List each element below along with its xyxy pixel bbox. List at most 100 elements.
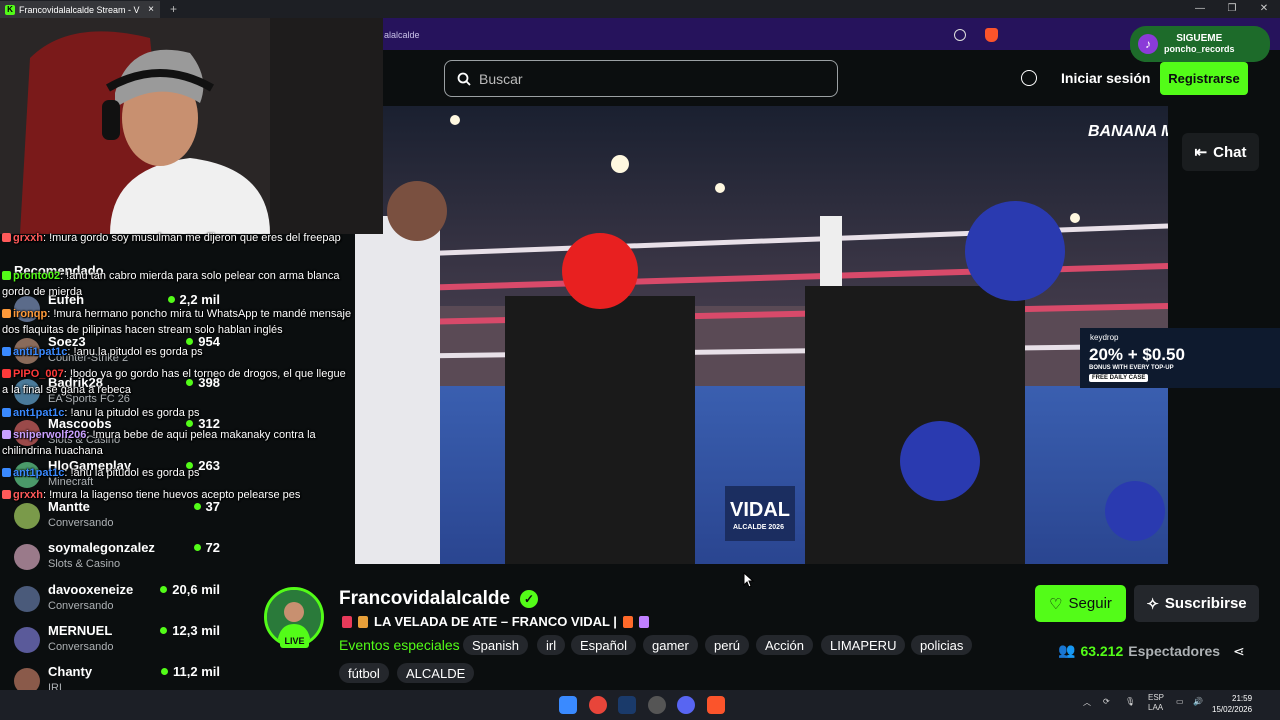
- chat-username[interactable]: pronto02: [13, 270, 60, 282]
- tag-chip[interactable]: Acción: [756, 635, 814, 655]
- tag-chip[interactable]: LIMAPERU: [821, 635, 906, 655]
- volume-icon[interactable]: 🔊: [1193, 697, 1203, 706]
- tray-sync-icon[interactable]: ⟳: [1103, 697, 1110, 706]
- emoji-icon: [342, 615, 352, 628]
- sidebar-channel-item[interactable]: Mantte Conversando 37: [0, 497, 236, 537]
- globe-icon[interactable]: [1021, 70, 1037, 86]
- channel-viewers: 12,3 mil: [160, 623, 220, 638]
- channel-name: Chanty: [48, 664, 93, 679]
- windows-start-icon[interactable]: [559, 696, 577, 714]
- tag-chip[interactable]: policias: [911, 635, 973, 655]
- search-input[interactable]: [479, 70, 819, 87]
- network-icon[interactable]: ▭: [1176, 697, 1184, 706]
- browser-tab[interactable]: K Francovidalalcalde Stream - V ×: [0, 1, 160, 18]
- address-text[interactable]: alalcalde: [384, 30, 420, 40]
- register-button[interactable]: Registrarse: [1160, 62, 1248, 95]
- chat-username[interactable]: ironqp: [13, 308, 47, 320]
- tray-chevron-icon[interactable]: ︿: [1083, 697, 1091, 708]
- steam-icon[interactable]: [618, 696, 636, 714]
- kick-favicon-icon: K: [5, 4, 15, 15]
- viewers-number: 20,6 mil: [172, 582, 220, 597]
- tray-mic-icon[interactable]: 🎙: [1125, 697, 1135, 706]
- category-link[interactable]: Eventos especiales: [339, 637, 460, 653]
- subscribe-button[interactable]: ✧ Suscribirse: [1134, 585, 1259, 622]
- webcam-feed: [0, 18, 383, 234]
- chat-username[interactable]: ant1pat1c: [13, 467, 64, 479]
- close-window-button[interactable]: ✕: [1248, 0, 1280, 18]
- viewers-number: 63.212: [1080, 642, 1124, 659]
- chat-text: : !mura hermano poncho mira tu WhatsApp …: [2, 308, 352, 336]
- channel-name[interactable]: Francovidalalcalde: [339, 588, 510, 610]
- chat-username[interactable]: ant1pat1c: [13, 407, 64, 419]
- new-tab-button[interactable]: +: [170, 2, 177, 16]
- live-badge: LIVE: [280, 633, 309, 648]
- channel-avatar: [14, 503, 40, 529]
- login-link[interactable]: Iniciar sesión: [1061, 70, 1150, 86]
- sidebar-channel-item[interactable]: MERNUEL Conversando 12,3 mil: [0, 621, 236, 661]
- chat-badge-icon: [2, 430, 11, 439]
- viewer-count: 👥 63.212 Espectadores: [1058, 642, 1220, 659]
- discord-icon[interactable]: [677, 696, 695, 714]
- follow-button[interactable]: ♡ Seguir: [1035, 585, 1126, 622]
- chat-username[interactable]: anti1pat1c: [13, 346, 67, 358]
- language-indicator[interactable]: ESP LAA: [1148, 693, 1164, 713]
- chat-username[interactable]: grxxh: [13, 232, 43, 244]
- tag-chip[interactable]: irl: [537, 635, 566, 655]
- lang-top: ESP: [1148, 693, 1165, 702]
- taskbar-clock[interactable]: 21:59 15/02/2026: [1212, 693, 1252, 715]
- chrome-icon[interactable]: [589, 696, 607, 714]
- minimize-button[interactable]: —: [1184, 0, 1216, 18]
- zoom-icon[interactable]: [954, 29, 966, 41]
- chat-username[interactable]: PIPO_007: [13, 368, 64, 380]
- promo-brand: keydrop: [1090, 333, 1119, 342]
- chat-text: : !mura la liagenso tiene huevos acepto …: [42, 489, 301, 501]
- chat-text: : !mura gordo soy musulman me dijeron qu…: [42, 232, 341, 244]
- close-tab-icon[interactable]: ×: [148, 4, 154, 15]
- obs-icon[interactable]: [648, 696, 666, 714]
- search-box[interactable]: [444, 60, 838, 97]
- chat-message: grxxh: !mura gordo soy musulman me dijer…: [2, 230, 354, 246]
- chat-message: grxxh: !mura la liagenso tiene huevos ac…: [2, 487, 354, 503]
- tag-chip[interactable]: ALCALDE: [397, 663, 475, 683]
- tag-chip[interactable]: gamer: [643, 635, 698, 655]
- chat-username[interactable]: grxxh: [13, 489, 43, 501]
- chat-text: : !anu la pitudol es gorda ps: [67, 346, 203, 358]
- live-dot-icon: [193, 503, 201, 510]
- heart-icon: ♡: [1049, 595, 1063, 613]
- chat-text: : !anu la pitudol es gorda ps: [64, 407, 200, 419]
- channel-viewers: 11,2 mil: [161, 664, 220, 679]
- brave-shield-icon[interactable]: [985, 28, 998, 42]
- channel-category: Conversando: [48, 600, 114, 612]
- chat-text: : !anu la pitudol es gorda ps: [64, 467, 200, 479]
- chat-badge-icon: [2, 347, 11, 356]
- chat-badge-icon: [2, 233, 11, 242]
- chat-username[interactable]: sniperwolf206: [13, 429, 86, 441]
- chat-message: anti1pat1c: !anu la pitudol es gorda ps: [2, 344, 354, 360]
- tiktok-handle: poncho_records: [1164, 44, 1235, 54]
- tag-chip[interactable]: Spanish: [463, 635, 528, 655]
- expand-chat-button[interactable]: ⇤ Chat: [1182, 133, 1259, 171]
- tag-chip[interactable]: Español: [571, 635, 636, 655]
- video-player[interactable]: VIDAL ALCALDE 2026 BANANA MEDIA: [355, 106, 1168, 564]
- viewers-number: 72: [205, 540, 220, 555]
- subscribe-label: Suscribirse: [1164, 595, 1247, 612]
- channel-category: Slots & Casino: [48, 558, 121, 570]
- channel-avatar: [14, 586, 40, 612]
- brave-taskbar-icon[interactable]: [707, 696, 725, 714]
- maximize-button[interactable]: ❐: [1216, 0, 1248, 18]
- chat-message: ant1pat1c: !anu la pitudol es gorda ps: [2, 465, 354, 481]
- share-icon[interactable]: ⋖: [1233, 643, 1245, 660]
- stream-title: LA VELADA DE ATE – FRANCO VIDAL |: [374, 614, 617, 629]
- tag-chip[interactable]: perú: [705, 635, 750, 655]
- sidebar-channel-item[interactable]: davooxeneize Conversando 20,6 mil: [0, 580, 236, 620]
- promo-banner[interactable]: keydrop 20% + $0.50 BONUS WITH EVERY TOP…: [1080, 328, 1280, 388]
- chat-badge-icon: [2, 369, 11, 378]
- search-icon: [457, 72, 471, 86]
- channel-name: MERNUEL: [48, 623, 113, 638]
- video-frame: VIDAL ALCALDE 2026 BANANA MEDIA: [355, 106, 1168, 564]
- sidebar-channel-item[interactable]: soymalegonzalez Slots & Casino 72: [0, 538, 236, 578]
- channel-viewers: 72: [193, 540, 220, 555]
- tag-chip[interactable]: fútbol: [339, 663, 389, 683]
- channel-name: davooxeneize: [48, 582, 134, 597]
- emoji-icon: [358, 615, 368, 628]
